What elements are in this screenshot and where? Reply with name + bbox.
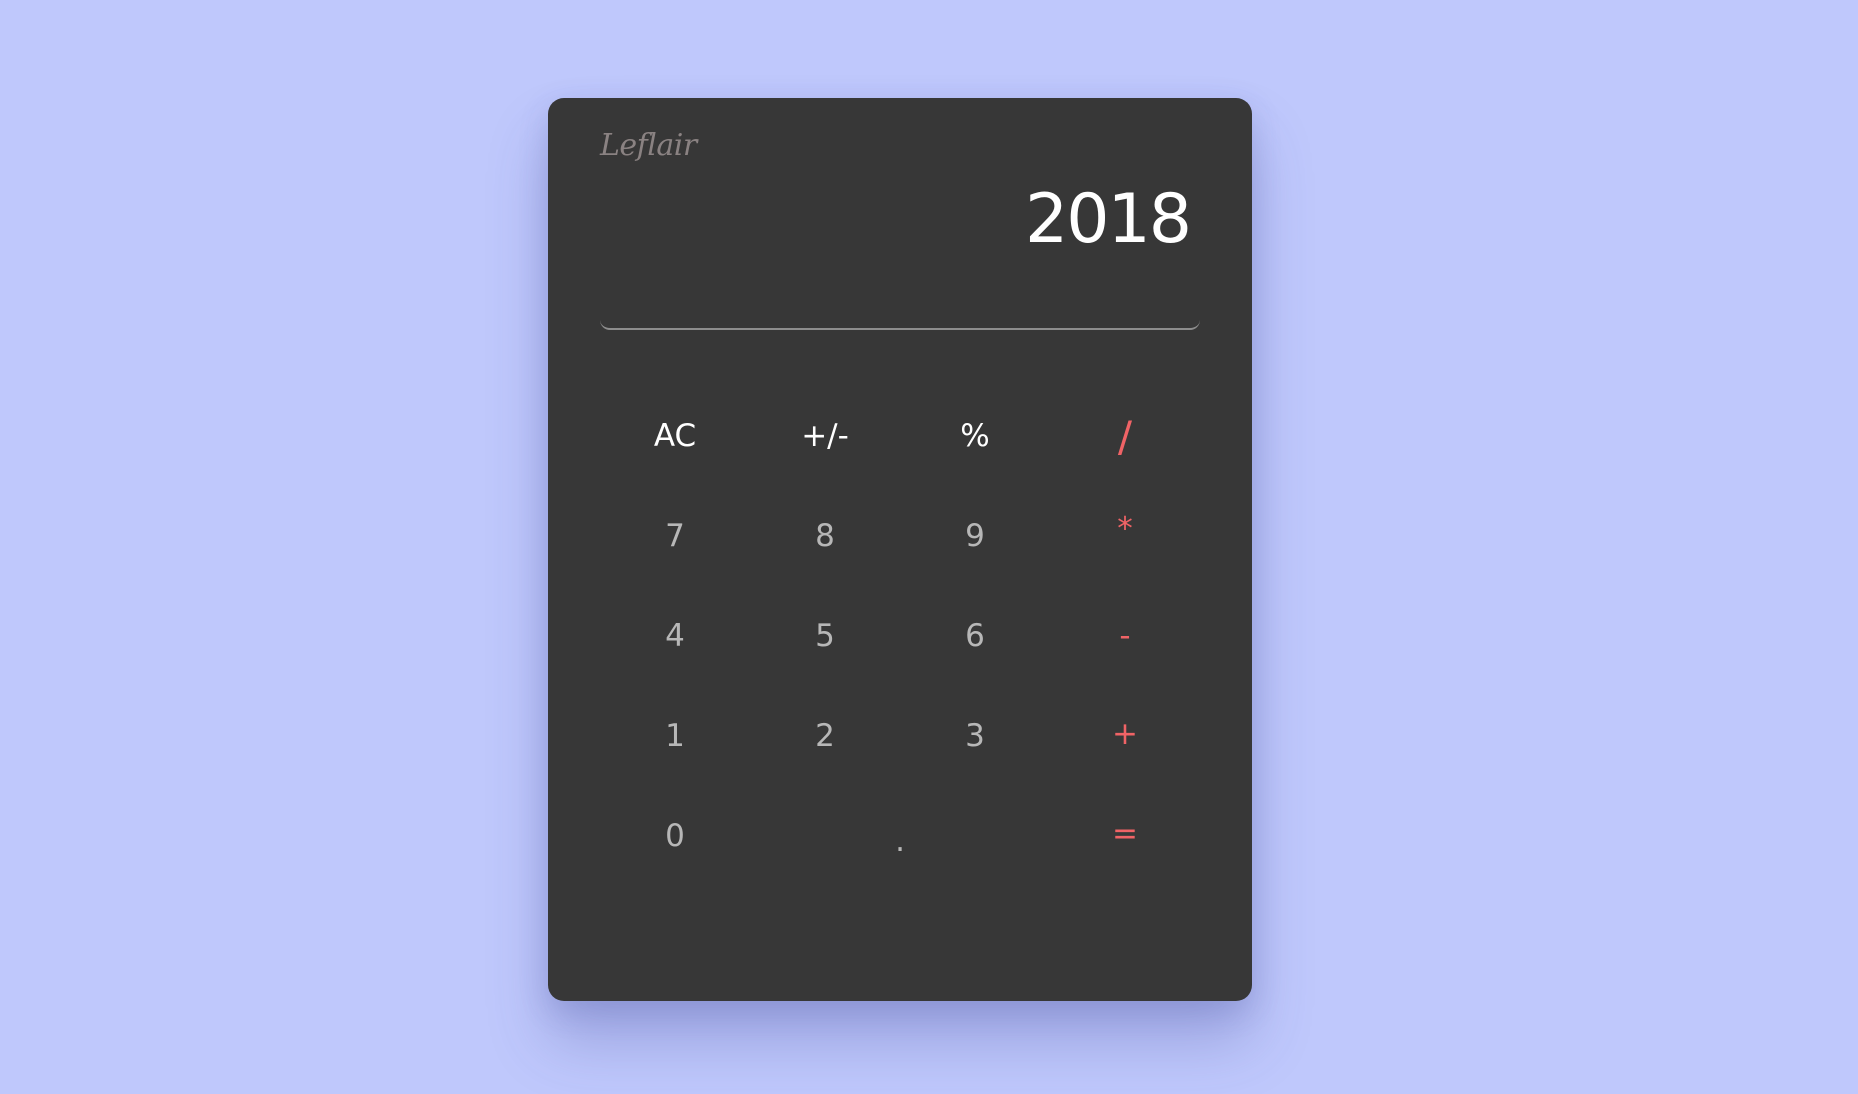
equals-button[interactable]: = [1050,784,1200,884]
digit-5-button[interactable]: 5 [750,586,900,686]
percent-button[interactable]: % [900,386,1050,486]
clear-button[interactable]: AC [600,386,750,486]
calculator-panel: Leflair 2018 AC +/- % / 7 8 9 * 4 5 6 - … [548,98,1252,1001]
digit-3-button[interactable]: 3 [900,686,1050,786]
negate-button[interactable]: +/- [750,386,900,486]
add-button[interactable]: + [1050,684,1200,784]
display-divider [600,318,1200,330]
result-display: 2018 [1024,180,1192,259]
digit-4-button[interactable]: 4 [600,586,750,686]
digit-1-button[interactable]: 1 [600,686,750,786]
digit-2-button[interactable]: 2 [750,686,900,786]
decimal-button[interactable]: . [750,791,1050,891]
digit-9-button[interactable]: 9 [900,486,1050,586]
brand-logo: Leflair [600,128,697,163]
digit-6-button[interactable]: 6 [900,586,1050,686]
subtract-button[interactable]: - [1050,586,1200,686]
digit-8-button[interactable]: 8 [750,486,900,586]
multiply-button[interactable]: * [1050,479,1200,579]
digit-7-button[interactable]: 7 [600,486,750,586]
divide-button[interactable]: / [1050,386,1200,486]
digit-0-button[interactable]: 0 [600,786,750,886]
